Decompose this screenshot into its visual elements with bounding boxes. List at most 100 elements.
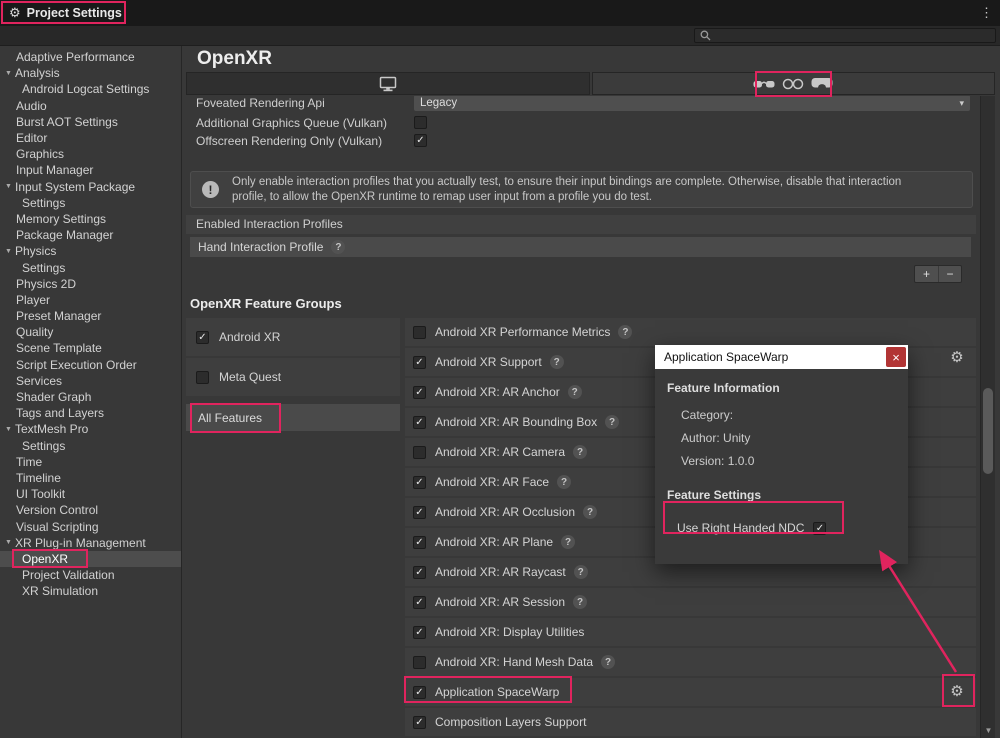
help-icon[interactable]: ?: [557, 475, 571, 489]
sidebar-item-preset-manager[interactable]: Preset Manager: [0, 308, 181, 324]
sidebar-item-xr-simulation[interactable]: XR Simulation: [0, 583, 181, 599]
feature-label: Android XR: AR Raycast: [435, 565, 566, 579]
sidebar-item-input-system-package[interactable]: ▼Input System Package: [0, 179, 181, 195]
help-icon[interactable]: ?: [605, 415, 619, 429]
close-button[interactable]: ×: [886, 347, 906, 367]
sidebar-item-graphics[interactable]: Graphics: [0, 146, 181, 162]
sidebar-item-physics[interactable]: ▼Physics: [0, 243, 181, 259]
feature-label: Android XR: Display Utilities: [435, 625, 584, 639]
checkbox-checked[interactable]: ✓: [413, 506, 426, 519]
checkbox-unchecked[interactable]: [413, 446, 426, 459]
help-icon[interactable]: ?: [568, 385, 582, 399]
help-icon[interactable]: ?: [561, 535, 575, 549]
foldout-arrow-icon[interactable]: ▼: [3, 426, 14, 433]
add-profile-button[interactable]: +: [915, 266, 938, 282]
checkbox-unchecked[interactable]: [196, 371, 209, 384]
checkbox-unchecked[interactable]: [414, 116, 427, 129]
sidebar-item-input-manager[interactable]: Input Manager: [0, 162, 181, 178]
sidebar-item-services[interactable]: Services: [0, 373, 181, 389]
vertical-scrollbar[interactable]: ▼: [980, 96, 995, 738]
sidebar-item-audio[interactable]: Audio: [0, 98, 181, 114]
checkbox-checked[interactable]: ✓: [413, 416, 426, 429]
sidebar-item-label: Graphics: [16, 147, 64, 161]
foldout-arrow-icon[interactable]: ▼: [3, 70, 14, 77]
sidebar-item-quality[interactable]: Quality: [0, 324, 181, 340]
hand-interaction-profile-row[interactable]: Hand Interaction Profile ?: [190, 237, 971, 257]
checkbox-checked[interactable]: ✓: [413, 566, 426, 579]
application-spacewarp-settings-gear-icon[interactable]: ⚙: [948, 682, 966, 700]
window-titlebar: ⚙ Project Settings ⋮: [0, 0, 1000, 26]
sidebar-item-label: XR Simulation: [22, 584, 98, 598]
checkbox-checked[interactable]: ✓: [413, 626, 426, 639]
checkbox-checked[interactable]: ✓: [414, 134, 427, 147]
foldout-arrow-icon[interactable]: ▼: [3, 539, 14, 546]
sidebar-item-analysis[interactable]: ▼Analysis: [0, 65, 181, 81]
feature-group-android-xr[interactable]: ✓Android XR: [186, 318, 400, 356]
help-icon[interactable]: ?: [550, 355, 564, 369]
all-features-button[interactable]: All Features: [186, 404, 400, 431]
feature-row-composition-layers-support[interactable]: ✓Composition Layers Support: [405, 708, 976, 736]
help-icon[interactable]: ?: [583, 505, 597, 519]
sidebar-item-memory-settings[interactable]: Memory Settings: [0, 211, 181, 227]
sidebar-item-player[interactable]: Player: [0, 292, 181, 308]
sidebar-item-editor[interactable]: Editor: [0, 130, 181, 146]
sidebar-item-time[interactable]: Time: [0, 454, 181, 470]
sidebar-item-timeline[interactable]: Timeline: [0, 470, 181, 486]
sidebar-item-settings[interactable]: Settings: [0, 195, 181, 211]
feature-info-popup: Application SpaceWarp × Feature Informat…: [655, 345, 908, 564]
android-xr-support-settings-gear-icon[interactable]: ⚙: [948, 348, 966, 366]
sidebar-item-textmesh-pro[interactable]: ▼TextMesh Pro: [0, 421, 181, 437]
sidebar-item-tags-and-layers[interactable]: Tags and Layers: [0, 405, 181, 421]
sidebar-item-burst-aot-settings[interactable]: Burst AOT Settings: [0, 114, 181, 130]
sidebar-item-visual-scripting[interactable]: Visual Scripting: [0, 518, 181, 534]
feature-row-android-xr-performance-metrics[interactable]: Android XR Performance Metrics?: [405, 318, 976, 346]
sidebar-item-physics-2d[interactable]: Physics 2D: [0, 276, 181, 292]
sidebar-item-shader-graph[interactable]: Shader Graph: [0, 389, 181, 405]
checkbox-checked[interactable]: ✓: [813, 522, 826, 535]
help-icon[interactable]: ?: [331, 240, 345, 254]
checkbox-unchecked[interactable]: [413, 326, 426, 339]
foveated-rendering-api-dropdown[interactable]: Legacy ▾: [414, 96, 970, 111]
kebab-menu-icon[interactable]: ⋮: [980, 0, 993, 26]
sidebar-item-scene-template[interactable]: Scene Template: [0, 340, 181, 356]
help-icon[interactable]: ?: [601, 655, 615, 669]
sidebar-item-adaptive-performance[interactable]: Adaptive Performance: [0, 49, 181, 65]
feature-row-android-xr-hand-mesh-data[interactable]: Android XR: Hand Mesh Data?: [405, 648, 976, 676]
sidebar-item-project-validation[interactable]: Project Validation: [0, 567, 181, 583]
checkbox-checked[interactable]: ✓: [413, 476, 426, 489]
checkbox-checked[interactable]: ✓: [196, 331, 209, 344]
checkbox-checked[interactable]: ✓: [413, 386, 426, 399]
sidebar-item-label: Player: [16, 293, 50, 307]
checkbox-checked[interactable]: ✓: [413, 596, 426, 609]
sidebar-item-settings[interactable]: Settings: [0, 438, 181, 454]
sidebar-item-ui-toolkit[interactable]: UI Toolkit: [0, 486, 181, 502]
feature-row-application-spacewarp[interactable]: ✓Application SpaceWarp: [405, 678, 976, 706]
sidebar-item-openxr[interactable]: OpenXR: [0, 551, 181, 567]
scrollbar-thumb[interactable]: [983, 388, 993, 474]
tab-desktop[interactable]: [186, 72, 590, 95]
checkbox-checked[interactable]: ✓: [413, 686, 426, 699]
sidebar-item-package-manager[interactable]: Package Manager: [0, 227, 181, 243]
foldout-arrow-icon[interactable]: ▼: [3, 183, 14, 190]
help-icon[interactable]: ?: [618, 325, 632, 339]
search-input[interactable]: [694, 28, 996, 43]
tab-xr-devices[interactable]: [592, 72, 996, 95]
checkbox-checked[interactable]: ✓: [413, 716, 426, 729]
remove-profile-button[interactable]: −: [938, 266, 961, 282]
sidebar-item-version-control[interactable]: Version Control: [0, 502, 181, 518]
sidebar-item-script-execution-order[interactable]: Script Execution Order: [0, 357, 181, 373]
help-icon[interactable]: ?: [573, 595, 587, 609]
help-icon[interactable]: ?: [573, 445, 587, 459]
sidebar-item-settings[interactable]: Settings: [0, 259, 181, 275]
feature-group-meta-quest[interactable]: Meta Quest: [186, 358, 400, 396]
foldout-arrow-icon[interactable]: ▼: [3, 248, 14, 255]
sidebar-item-android-logcat-settings[interactable]: Android Logcat Settings: [0, 81, 181, 97]
checkbox-checked[interactable]: ✓: [413, 536, 426, 549]
sidebar-item-xr-plug-in-management[interactable]: ▼XR Plug-in Management: [0, 535, 181, 551]
checkbox-checked[interactable]: ✓: [413, 356, 426, 369]
checkbox-unchecked[interactable]: [413, 656, 426, 669]
scroll-down-arrow-icon[interactable]: ▼: [981, 723, 996, 737]
help-icon[interactable]: ?: [574, 565, 588, 579]
feature-row-android-xr-ar-session[interactable]: ✓Android XR: AR Session?: [405, 588, 976, 616]
feature-row-android-xr-display-utilities[interactable]: ✓ Android XR: Display Utilities: [405, 618, 976, 646]
